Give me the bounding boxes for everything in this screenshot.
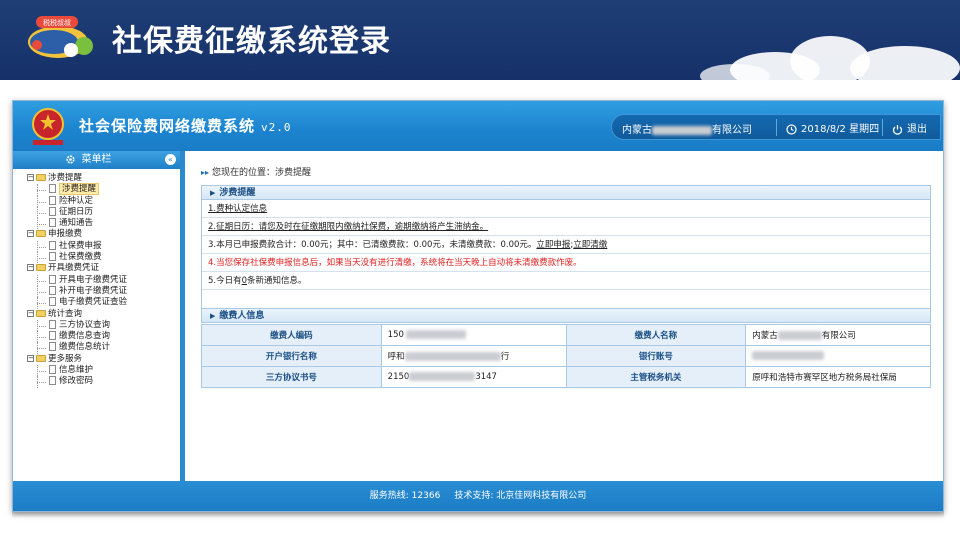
slide-header: 税税叔叔 社保费征缴系统登录 — [0, 0, 960, 80]
document-icon — [49, 195, 56, 205]
tech-support: 技术支持: 北京佳网科技有限公司 — [454, 491, 587, 501]
table-row: 缴费人编码 150 缴费人名称 内蒙古 有限公司 — [201, 324, 931, 346]
gear-icon — [66, 155, 75, 164]
svg-text:税税叔叔: 税税叔叔 — [43, 18, 71, 27]
user-company: 内蒙古 有限公司 — [622, 125, 752, 136]
reminder-item-3: 3.本月已申报费款合计：0.00元；其中：已清缴费款：0.00元，未清缴费款：0… — [202, 236, 930, 254]
table-row: 三方协议书号 2150 3147 主管税务机关 原呼和浩特市赛罕区地方税务局社保局 — [201, 366, 931, 388]
declare-now-link[interactable]: 立即申报 — [536, 240, 570, 250]
pay-now-link[interactable]: 立即清缴 — [573, 240, 607, 250]
menu-item-pay[interactable]: 社保费缴费 — [27, 252, 180, 264]
app-header: 社会保险费网络缴费系统 v2.0 内蒙古 有限公司 2018/8/2 星期四 退出 — [13, 101, 943, 151]
payer-info-table: 缴费人编码 150 缴费人名称 内蒙古 有限公司 开户银行名称 呼和行 银行账号 … — [201, 324, 931, 388]
document-icon — [49, 342, 56, 352]
menu-item-tax-calendar[interactable]: 征期日历 — [27, 206, 180, 219]
menu-group-declare-pay[interactable]: − 申报缴费 — [27, 229, 180, 240]
sidebar: 菜单栏 « − 涉费提醒 涉费提醒 险种认定 征期日历 通知通告 − 申报缴费 社保… — [13, 151, 185, 481]
document-icon — [49, 285, 56, 295]
menu-item-fee-reminder[interactable]: 涉费提醒 — [27, 183, 180, 196]
folder-icon — [36, 309, 46, 317]
triangle-icon: ▶ — [210, 312, 216, 320]
power-icon — [892, 124, 903, 135]
document-icon — [49, 365, 56, 375]
document-icon — [49, 376, 56, 386]
document-icon — [49, 252, 56, 262]
reminder-panel-title: ▶ 涉费提醒 — [202, 186, 930, 200]
document-icon — [49, 331, 56, 341]
folder-icon — [36, 174, 46, 181]
logout-button[interactable]: 退出 — [892, 120, 927, 135]
service-hotline: 服务热线: 12366 — [369, 491, 441, 501]
document-icon — [49, 218, 56, 228]
breadcrumb: ▸▸ 您现在的位置：涉费提醒 — [201, 168, 312, 178]
reminder-item-2[interactable]: 2.征期日历：请您及时在征缴期限内缴纳社保费，逾期缴纳将产生滞纳金。 — [202, 218, 930, 236]
bank-name-label: 开户银行名称 — [201, 345, 382, 367]
menu-group-statistics[interactable]: − 统计查询 — [27, 309, 180, 320]
current-date: 2018/8/2 星期四 — [786, 120, 879, 135]
sidebar-collapse-icon[interactable]: « — [165, 154, 176, 165]
folder-icon — [36, 264, 46, 272]
reminder-panel: ▶ 涉费提醒 1.费种认定信息 2.征期日历：请您及时在征缴期限内缴纳社保费，逾期… — [201, 185, 931, 309]
menu-item-payment-stats[interactable]: 缴费信息统计 — [27, 342, 180, 355]
document-icon — [49, 184, 56, 194]
menu-item-reissue-voucher[interactable]: 补开电子缴费凭证 — [27, 285, 180, 298]
clock-icon — [786, 123, 797, 135]
bank-account-value — [745, 345, 931, 367]
document-icon — [49, 319, 56, 329]
menu-group-vouchers[interactable]: − 开具缴费凭证 — [27, 263, 180, 274]
menu-item-info-maintenance[interactable]: 信息维护 — [27, 365, 180, 377]
menu-item-declare[interactable]: 社保费申报 — [27, 240, 180, 253]
folder-icon — [36, 354, 46, 362]
agreement-no-label: 三方协议书号 — [201, 366, 382, 388]
agreement-no-value: 2150 3147 — [380, 366, 567, 388]
payer-code-value: 150 — [380, 324, 567, 346]
tax-mascot-logo-icon: 税税叔叔 — [28, 16, 93, 58]
document-icon — [49, 274, 56, 284]
document-icon — [49, 240, 56, 250]
document-icon — [49, 206, 56, 216]
menu-item-notices[interactable]: 通知通告 — [27, 218, 180, 230]
sidebar-header: 菜单栏 « — [13, 151, 180, 169]
reminder-item-1[interactable]: 1.费种认定信息 — [202, 200, 930, 218]
system-title: 社会保险费网络缴费系统 v2.0 — [79, 117, 292, 135]
user-info-bar: 内蒙古 有限公司 2018/8/2 星期四 退出 — [611, 114, 941, 140]
main-content: ▸▸ 您现在的位置：涉费提醒 ▶ 涉费提醒 1.费种认定信息 2.征期日历：请您及时… — [193, 151, 943, 481]
payer-name-value: 内蒙古 有限公司 — [745, 324, 931, 346]
document-icon — [49, 297, 56, 307]
slide-title: 社保费征缴系统登录 — [112, 24, 391, 59]
redacted-block — [652, 125, 712, 135]
bank-account-label: 银行账号 — [565, 345, 747, 367]
version-label: v2.0 — [261, 121, 292, 134]
payer-name-label: 缴费人名称 — [565, 324, 747, 346]
app-window: 社会保险费网络缴费系统 v2.0 内蒙古 有限公司 2018/8/2 星期四 退出 — [12, 100, 944, 512]
triangle-icon: ▶ — [210, 189, 216, 197]
menu-item-agreement-query[interactable]: 三方协议查询 — [27, 319, 180, 332]
app-footer: 服务热线: 12366 技术支持: 北京佳网科技有限公司 — [13, 481, 943, 511]
menu-item-insurance-type[interactable]: 险种认定 — [27, 195, 180, 208]
menu-item-payment-query[interactable]: 缴费信息查询 — [27, 331, 180, 343]
bank-name-value: 呼和行 — [380, 345, 567, 367]
menu-group-fee-reminder[interactable]: − 涉费提醒 — [27, 173, 180, 184]
tax-authority-label: 主管税务机关 — [565, 366, 747, 388]
menu-tree: − 涉费提醒 涉费提醒 险种认定 征期日历 通知通告 − 申报缴费 社保费申报 社保… — [13, 169, 180, 388]
national-emblem-icon — [32, 108, 64, 145]
folder-icon — [36, 230, 46, 238]
menu-item-issue-voucher[interactable]: 开具电子缴费凭证 — [27, 274, 180, 287]
payer-panel-title: ▶ 缴费人信息 — [202, 309, 930, 323]
double-arrow-icon: ▸▸ — [201, 168, 210, 177]
menu-item-change-password[interactable]: 修改密码 — [27, 376, 180, 388]
reminder-item-4: 4.当您保存社保费申报信息后，如果当天没有进行清缴，系统将在当天晚上自动将未清缴… — [202, 254, 930, 272]
menu-group-more-services[interactable]: − 更多服务 — [27, 354, 180, 365]
payer-panel: ▶ 缴费人信息 — [201, 308, 931, 323]
menu-item-verify-voucher[interactable]: 电子缴费凭证查验 — [27, 297, 180, 309]
reminder-item-5: 5.今日有0条新通知信息。 — [202, 272, 930, 290]
tax-authority-value: 原呼和浩特市赛罕区地方税务局社保局 — [745, 366, 931, 388]
payer-code-label: 缴费人编码 — [201, 324, 382, 346]
table-row: 开户银行名称 呼和行 银行账号 — [201, 345, 931, 367]
